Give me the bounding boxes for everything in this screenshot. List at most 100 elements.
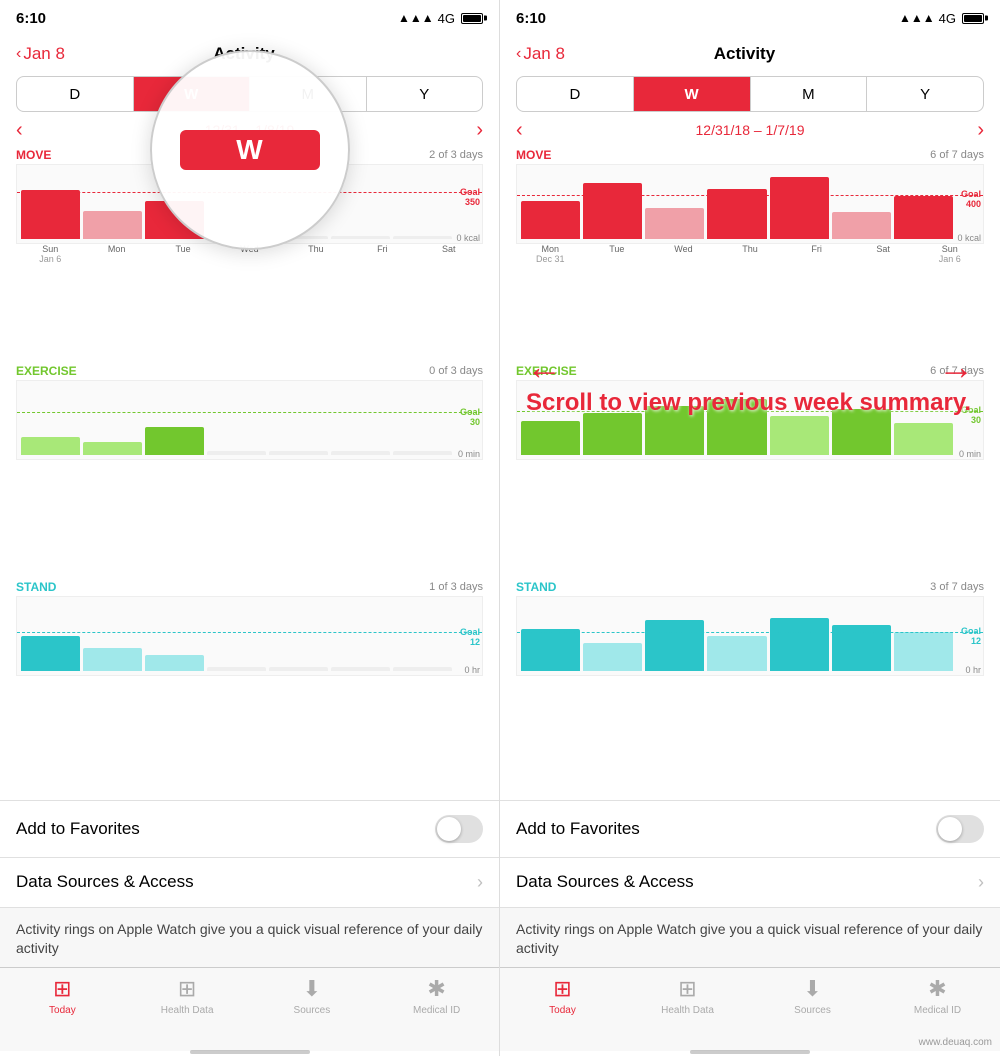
- tab-health-left[interactable]: ⊞ Health Data: [125, 976, 250, 1016]
- stand-days-right: 3 of 7 days: [930, 581, 984, 593]
- info-section-left: Activity rings on Apple Watch give you a…: [0, 908, 499, 967]
- add-favorites-row-left[interactable]: Add to Favorites: [0, 800, 499, 858]
- home-bar-right: [690, 1050, 810, 1054]
- back-chevron-left: ‹: [16, 45, 21, 63]
- stand-header-left: STAND 1 of 3 days: [16, 580, 483, 594]
- tab-sources-right[interactable]: ⬇ Sources: [750, 976, 875, 1016]
- health-icon-left: ⊞: [178, 976, 196, 1002]
- stand-zero-right: 0 hr: [965, 665, 981, 675]
- move-label-left: MOVE: [16, 148, 51, 162]
- health-icon-right: ⊞: [678, 976, 696, 1002]
- tab-today-left[interactable]: ⊞ Today: [0, 976, 125, 1016]
- stand-chart-left: Goal12 0 hr: [16, 596, 483, 676]
- stand-label-left: STAND: [16, 580, 56, 594]
- period-tabs-right: D W M Y: [516, 76, 984, 112]
- home-indicator-left: [0, 1051, 499, 1056]
- exercise-chart-right: Goal30 0 min: [516, 380, 984, 460]
- info-text-left: Activity rings on Apple Watch give you a…: [16, 920, 483, 959]
- today-label-left: Today: [49, 1005, 76, 1016]
- move-zero-left: 0 kcal: [456, 233, 480, 243]
- exercise-zero-left: 0 min: [458, 449, 480, 459]
- data-sources-row-right[interactable]: Data Sources & Access ›: [500, 858, 1000, 908]
- add-favorites-label-left: Add to Favorites: [16, 819, 140, 839]
- battery-icon-right: [962, 13, 984, 24]
- back-button-left[interactable]: ‹ Jan 8: [16, 44, 65, 64]
- prev-arrow-left[interactable]: ‹: [16, 119, 23, 142]
- nav-title-right: Activity: [565, 44, 924, 64]
- stand-section-left: STAND 1 of 3 days Goal12: [16, 580, 483, 792]
- tab-medical-left[interactable]: ✱ Medical ID: [374, 976, 499, 1016]
- network-left: 4G: [438, 11, 455, 26]
- exercise-label-left: EXERCISE: [16, 364, 77, 378]
- status-icons-left: ▲▲▲ 4G: [398, 11, 483, 26]
- move-days-right: 6 of 7 days: [930, 149, 984, 161]
- move-label-right: MOVE: [516, 148, 551, 162]
- move-chart-right: Goal400 0 kcal: [516, 164, 984, 244]
- tab-D-left[interactable]: D: [17, 77, 134, 111]
- prev-arrow-right[interactable]: ‹: [516, 119, 523, 142]
- home-indicator-right: [500, 1051, 1000, 1056]
- health-label-right: Health Data: [661, 1005, 714, 1016]
- exercise-days-right: 6 of 7 days: [930, 365, 984, 377]
- signal-icon-left: ▲▲▲: [398, 11, 434, 25]
- data-sources-label-left: Data Sources & Access: [16, 872, 194, 892]
- battery-icon-left: [461, 13, 483, 24]
- right-phone-panel: 6:10 ▲▲▲ 4G ‹ Jan 8 Activity D W M Y ‹ 1…: [500, 0, 1000, 1056]
- tab-D-right[interactable]: D: [517, 77, 634, 111]
- toggle-knob-left: [437, 817, 461, 841]
- health-label-left: Health Data: [161, 1005, 214, 1016]
- add-favorites-label-right: Add to Favorites: [516, 819, 640, 839]
- today-icon-left: ⊞: [53, 976, 71, 1002]
- next-arrow-right[interactable]: ›: [977, 119, 984, 142]
- back-chevron-right: ‹: [516, 45, 521, 63]
- tab-today-right[interactable]: ⊞ Today: [500, 976, 625, 1016]
- date-labels-move-right: Dec 31 Jan 6: [516, 254, 984, 264]
- tab-bar-left: ⊞ Today ⊞ Health Data ⬇ Sources ✱ Medica…: [0, 967, 499, 1051]
- stand-zero-left: 0 hr: [464, 665, 480, 675]
- tab-medical-right[interactable]: ✱ Medical ID: [875, 976, 1000, 1016]
- tab-M-right[interactable]: M: [751, 77, 868, 111]
- sources-icon-right: ⬇: [803, 976, 821, 1002]
- day-labels-move-right: Mon Tue Wed Thu Fri Sat Sun: [516, 244, 984, 254]
- move-section-right: MOVE 6 of 7 days Goal400: [516, 148, 984, 360]
- tab-Y-left[interactable]: Y: [367, 77, 483, 111]
- date-nav-right: ‹ 12/31/18 – 1/7/19 ›: [500, 112, 1000, 148]
- stand-days-left: 1 of 3 days: [429, 581, 483, 593]
- stand-chart-right: Goal12 0 hr: [516, 596, 984, 676]
- add-favorites-row-right[interactable]: Add to Favorites: [500, 800, 1000, 858]
- tab-W-right[interactable]: W: [634, 77, 751, 111]
- sources-label-left: Sources: [294, 1005, 331, 1016]
- today-icon-right: ⊞: [553, 976, 571, 1002]
- toggle-knob-right: [938, 817, 962, 841]
- exercise-section-right: EXERCISE 6 of 7 days Goal30: [516, 364, 984, 576]
- tab-Y-right[interactable]: Y: [867, 77, 983, 111]
- status-bar-left: 6:10 ▲▲▲ 4G: [0, 0, 499, 32]
- back-label-left: Jan 8: [23, 44, 65, 64]
- move-header-right: MOVE 6 of 7 days: [516, 148, 984, 162]
- tab-health-right[interactable]: ⊞ Health Data: [625, 976, 750, 1016]
- next-arrow-left[interactable]: ›: [476, 119, 483, 142]
- exercise-section-left: EXERCISE 0 of 3 days Goal30: [16, 364, 483, 576]
- favorites-toggle-left[interactable]: [435, 815, 483, 843]
- info-text-right: Activity rings on Apple Watch give you a…: [516, 920, 984, 959]
- exercise-days-left: 0 of 3 days: [429, 365, 483, 377]
- chart-area-right: MOVE 6 of 7 days Goal400: [500, 148, 1000, 792]
- info-section-right: Activity rings on Apple Watch give you a…: [500, 908, 1000, 967]
- time-right: 6:10: [516, 10, 546, 27]
- bottom-section-right: Add to Favorites Data Sources & Access ›…: [500, 792, 1000, 967]
- exercise-header-left: EXERCISE 0 of 3 days: [16, 364, 483, 378]
- signal-icon-right: ▲▲▲: [899, 11, 935, 25]
- stand-header-right: STAND 3 of 7 days: [516, 580, 984, 594]
- favorites-toggle-right[interactable]: [936, 815, 984, 843]
- data-sources-chevron-left: ›: [477, 872, 483, 893]
- data-sources-row-left[interactable]: Data Sources & Access ›: [0, 858, 499, 908]
- exercise-label-right: EXERCISE: [516, 364, 577, 378]
- status-icons-right: ▲▲▲ 4G: [899, 11, 984, 26]
- medical-label-left: Medical ID: [413, 1005, 460, 1016]
- exercise-chart-left: Goal30 0 min: [16, 380, 483, 460]
- tab-sources-left[interactable]: ⬇ Sources: [250, 976, 375, 1016]
- back-button-right[interactable]: ‹ Jan 8: [516, 44, 565, 64]
- nav-bar-right: ‹ Jan 8 Activity: [500, 32, 1000, 76]
- move-zero-right: 0 kcal: [957, 233, 981, 243]
- date-range-right: 12/31/18 – 1/7/19: [696, 122, 805, 138]
